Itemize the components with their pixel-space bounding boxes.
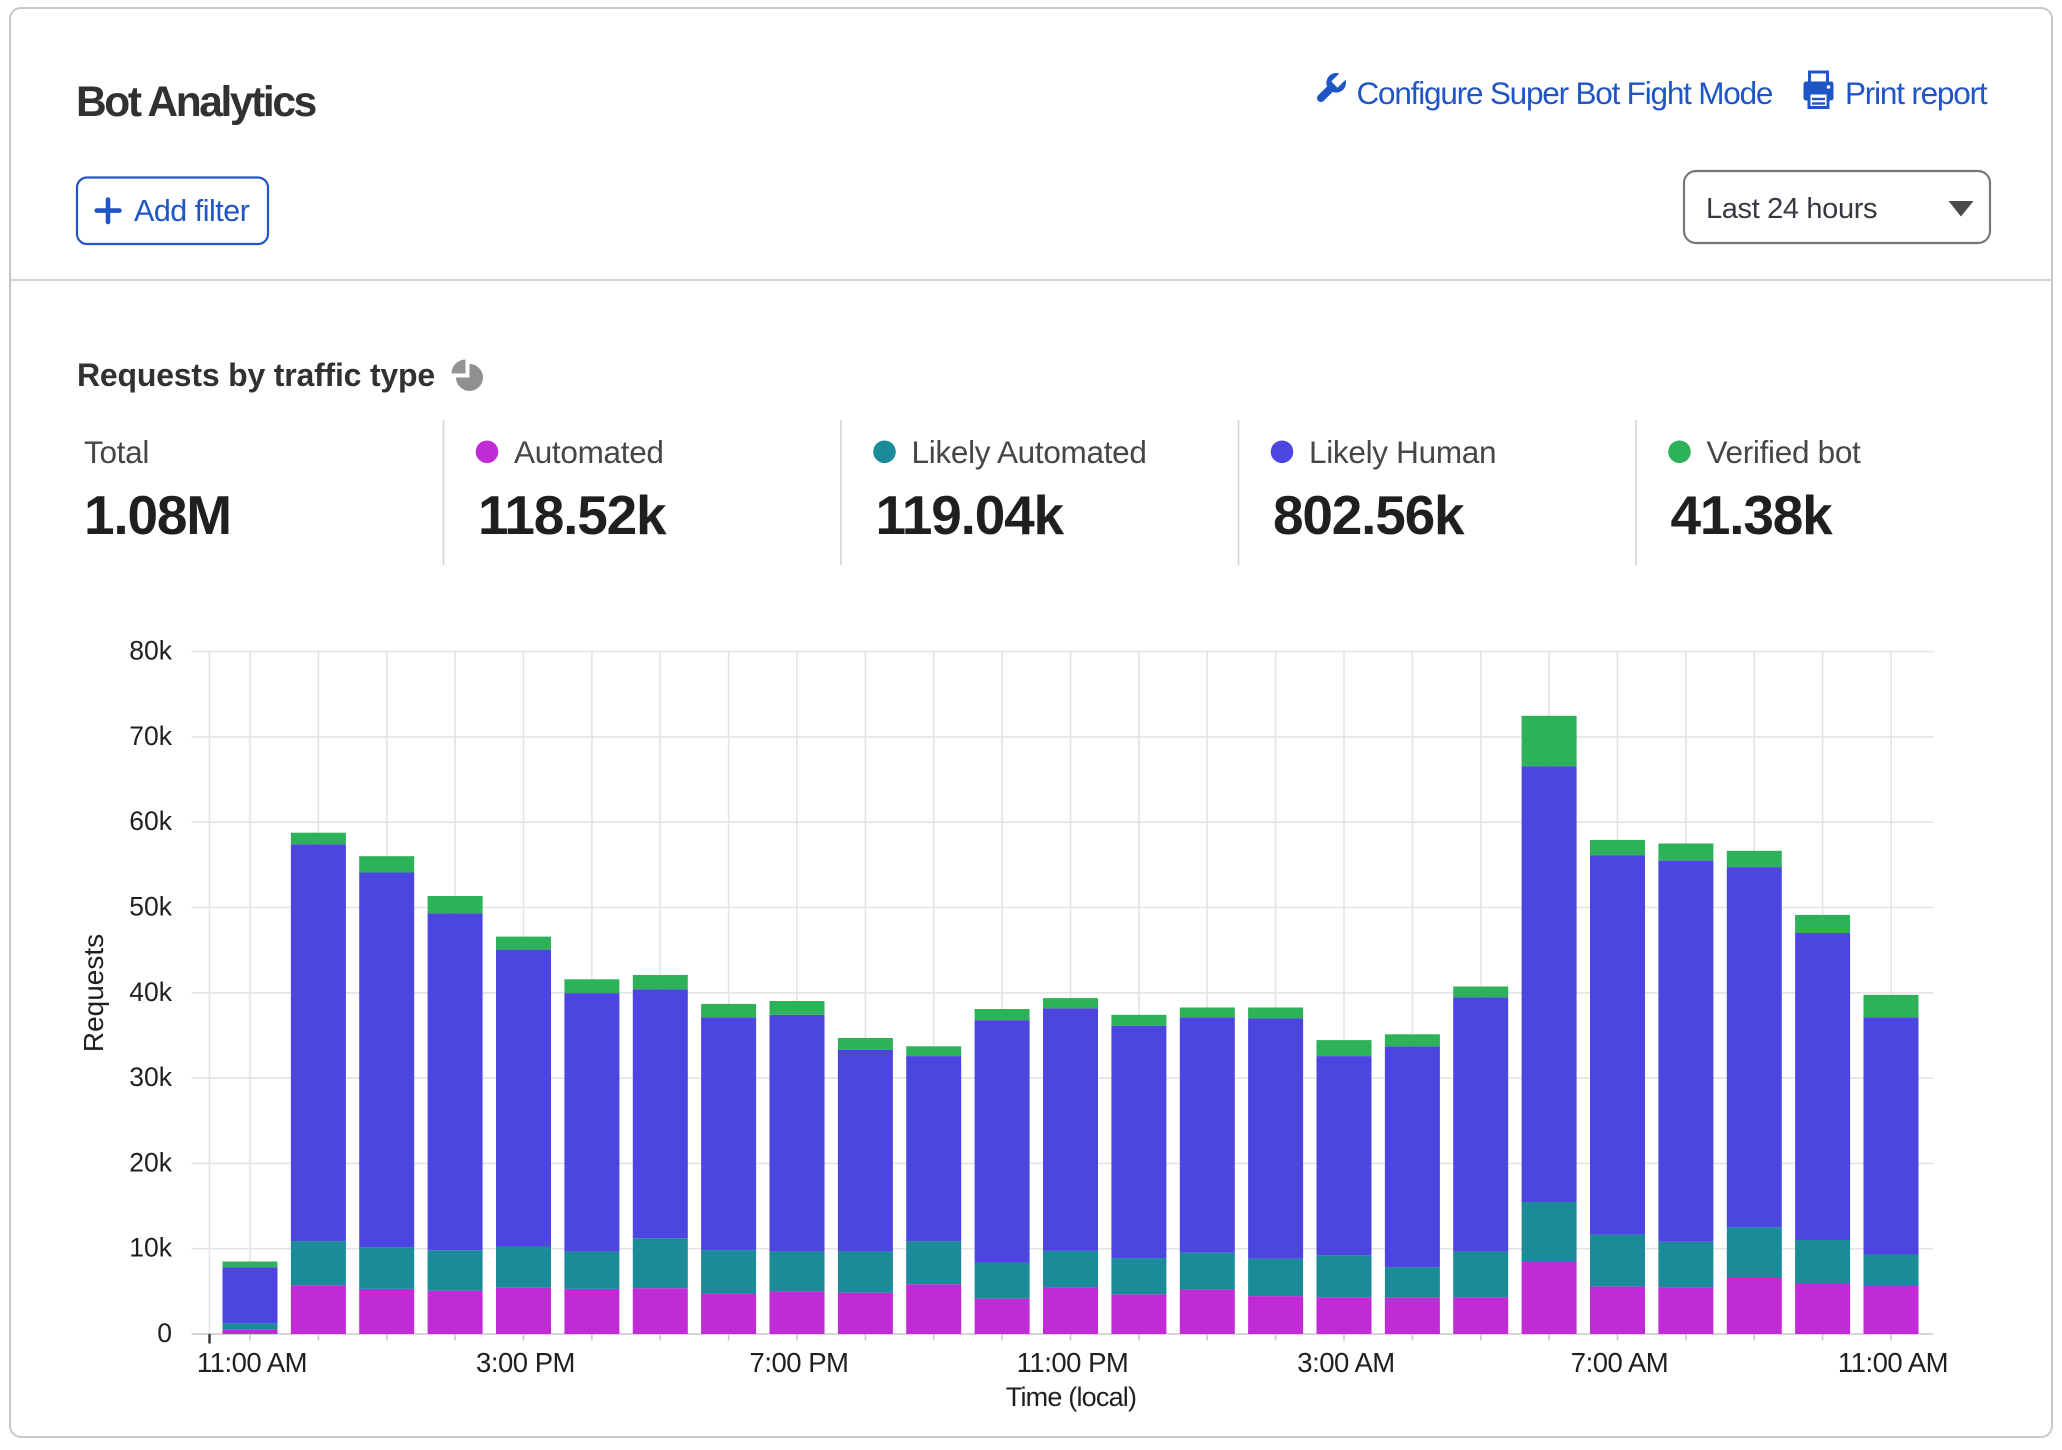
svg-text:70k: 70k — [129, 721, 172, 751]
svg-text:Requests by traffic type: Requests by traffic type — [77, 357, 435, 393]
svg-text:50k: 50k — [129, 892, 172, 922]
svg-text:118.52k: 118.52k — [478, 484, 667, 546]
svg-text:Configure Super Bot Fight Mode: Configure Super Bot Fight Mode — [1357, 75, 1773, 111]
svg-text:119.04k: 119.04k — [876, 484, 1065, 546]
svg-text:0: 0 — [157, 1318, 172, 1348]
svg-text:Likely Human: Likely Human — [1309, 434, 1496, 470]
svg-text:Last 24 hours: Last 24 hours — [1706, 193, 1877, 225]
svg-text:Time (local): Time (local) — [1006, 1382, 1136, 1412]
svg-text:3:00 AM: 3:00 AM — [1297, 1347, 1394, 1378]
svg-text:Print report: Print report — [1845, 75, 1988, 111]
svg-text:Verified bot: Verified bot — [1707, 434, 1862, 470]
svg-text:41.38k: 41.38k — [1671, 484, 1834, 546]
svg-text:Add filter: Add filter — [134, 194, 250, 228]
svg-text:7:00 AM: 7:00 AM — [1571, 1347, 1668, 1378]
svg-text:40k: 40k — [129, 977, 172, 1007]
svg-text:20k: 20k — [129, 1147, 172, 1177]
svg-text:11:00 PM: 11:00 PM — [1017, 1347, 1129, 1378]
svg-text:11:00 AM: 11:00 AM — [1838, 1347, 1948, 1378]
svg-text:Automated: Automated — [514, 434, 664, 470]
svg-text:30k: 30k — [129, 1062, 172, 1092]
svg-text:Total: Total — [84, 434, 149, 470]
svg-text:Requests: Requests — [78, 934, 109, 1052]
svg-text:7:00 PM: 7:00 PM — [750, 1347, 849, 1378]
svg-text:3:00 PM: 3:00 PM — [476, 1347, 575, 1378]
svg-text:10k: 10k — [129, 1233, 172, 1263]
svg-text:80k: 80k — [129, 636, 172, 666]
svg-text:1.08M: 1.08M — [84, 484, 231, 546]
svg-text:60k: 60k — [129, 806, 172, 836]
svg-text:11:00 AM: 11:00 AM — [197, 1347, 307, 1378]
svg-text:Likely Automated: Likely Automated — [912, 434, 1147, 470]
svg-text:802.56k: 802.56k — [1273, 484, 1465, 546]
svg-text:Bot Analytics: Bot Analytics — [76, 79, 316, 126]
